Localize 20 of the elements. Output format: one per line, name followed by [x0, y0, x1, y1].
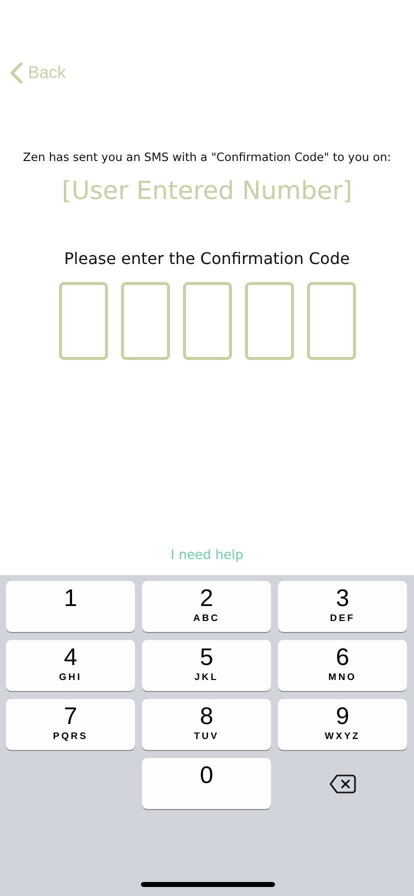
keypad-key[interactable]: 2 ABC	[142, 581, 271, 632]
keypad-key[interactable]: 9 WXYZ	[278, 699, 407, 750]
code-digit-field[interactable]	[58, 282, 108, 360]
code-digit-field[interactable]	[120, 282, 170, 360]
keypad-key[interactable]: 1	[6, 581, 135, 632]
keypad-key[interactable]: 5 JKL	[142, 640, 271, 691]
code-digit-field[interactable]	[306, 282, 356, 360]
keypad-key[interactable]: 3 DEF	[278, 581, 407, 632]
phone-number: [User Entered Number]	[62, 176, 352, 205]
backspace-icon	[329, 774, 356, 794]
code-prompt: Please enter the Confirmation Code	[64, 249, 350, 268]
sms-message: Zen has sent you an SMS with a "Confirmation Code" to you on:	[22, 149, 392, 166]
keypad-key[interactable]: 4 GHI	[6, 640, 135, 691]
keypad-key[interactable]: 6 MNO	[278, 640, 407, 691]
keypad-key[interactable]: 0	[142, 758, 271, 809]
keypad-key[interactable]: 7 PQRS	[6, 699, 135, 750]
keypad-key[interactable]: 8 TUV	[142, 699, 271, 750]
chevron-left-icon	[10, 62, 23, 84]
code-digit-field[interactable]	[182, 282, 232, 360]
code-digit-field[interactable]	[244, 282, 294, 360]
